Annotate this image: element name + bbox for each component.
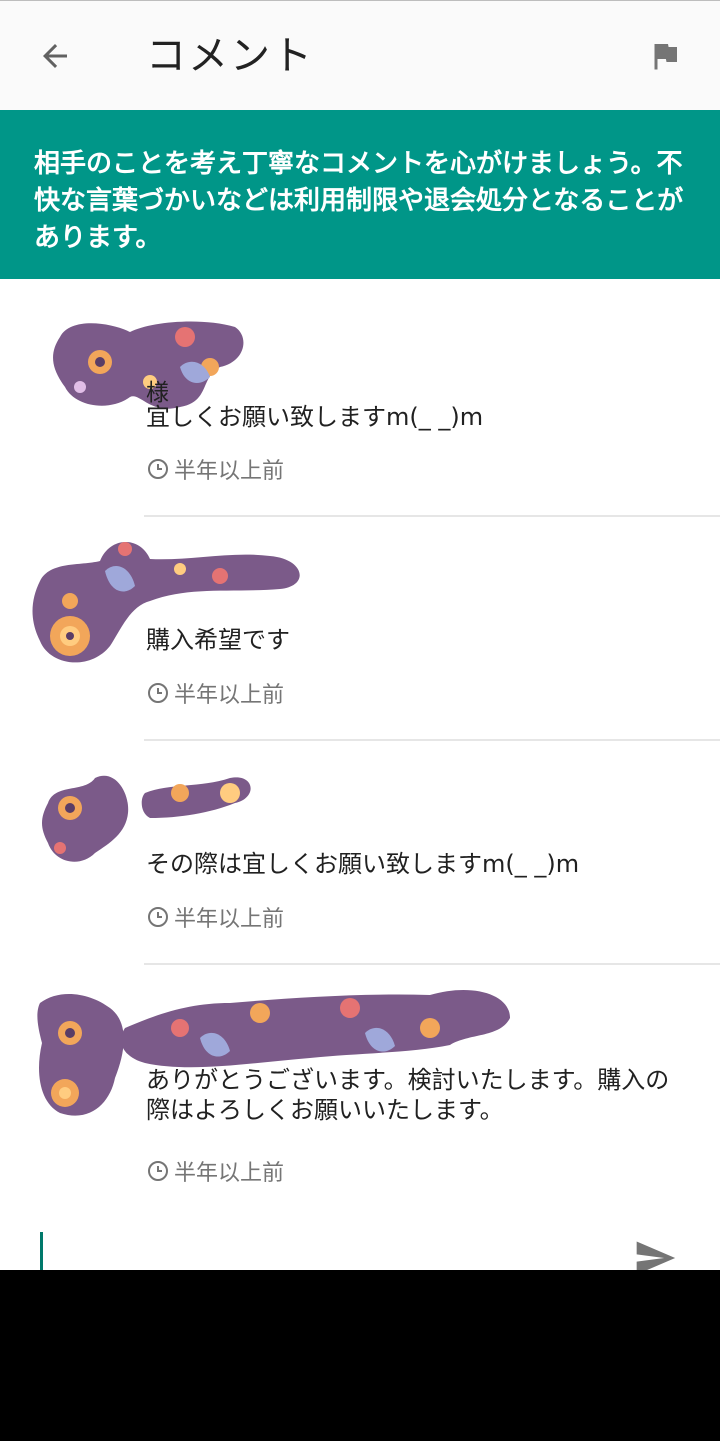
comment-time-text: 半年以上前 <box>174 1161 285 1186</box>
comment-body: その際は宜しくお願い致しますm(_ _)m <box>146 850 580 878</box>
send-icon <box>636 1241 676 1270</box>
bottom-black-area <box>0 1270 720 1441</box>
comment-timestamp: 半年以上前 <box>146 453 284 485</box>
comment-body: 宜しくお願い致しますm(_ _)m <box>146 403 484 431</box>
comment-timestamp: 半年以上前 <box>146 677 284 709</box>
text-cursor <box>40 1232 43 1270</box>
comment-item: ありがとうございます。検討いたします。購入の際はよろしくお願いいたします。 半年… <box>0 965 720 1219</box>
comment-timestamp: 半年以上前 <box>146 901 284 933</box>
flag-icon <box>654 44 677 70</box>
report-button[interactable] <box>634 25 696 87</box>
clock-icon <box>148 683 168 703</box>
clock-icon <box>148 907 168 927</box>
comment-input-area <box>0 1220 720 1272</box>
comment-time-text: 半年以上前 <box>174 459 285 484</box>
comment-input[interactable] <box>48 1226 612 1272</box>
clock-icon <box>148 1161 168 1181</box>
comment-item: 様 宜しくお願い致しますm(_ _)m 半年以上前 <box>0 279 720 517</box>
comment-body: 購入希望です <box>146 626 290 654</box>
clock-icon <box>148 459 168 479</box>
send-button[interactable] <box>630 1236 680 1270</box>
app-bar: コメント <box>0 0 720 110</box>
comment-guideline-notice: 相手のことを考え丁寧なコメントを心がけましょう。不快な言葉づかいなどは利用制限や… <box>0 110 720 279</box>
arrow-back-icon <box>43 44 67 68</box>
back-button[interactable] <box>24 25 86 87</box>
notice-text: 相手のことを考え丁寧なコメントを心がけましょう。不快な言葉づかいなどは利用制限や… <box>34 149 684 253</box>
comment-time-text: 半年以上前 <box>174 683 285 708</box>
comment-time-text: 半年以上前 <box>174 907 285 932</box>
comment-item: 購入希望です 半年以上前 <box>0 517 720 741</box>
page-title: コメント <box>146 33 314 79</box>
comment-timestamp: 半年以上前 <box>146 1155 284 1187</box>
comment-item: その際は宜しくお願い致しますm(_ _)m 半年以上前 <box>0 741 720 965</box>
comment-body: ありがとうございます。検討いたします。購入の際はよろしくお願いいたします。 <box>146 1066 670 1124</box>
